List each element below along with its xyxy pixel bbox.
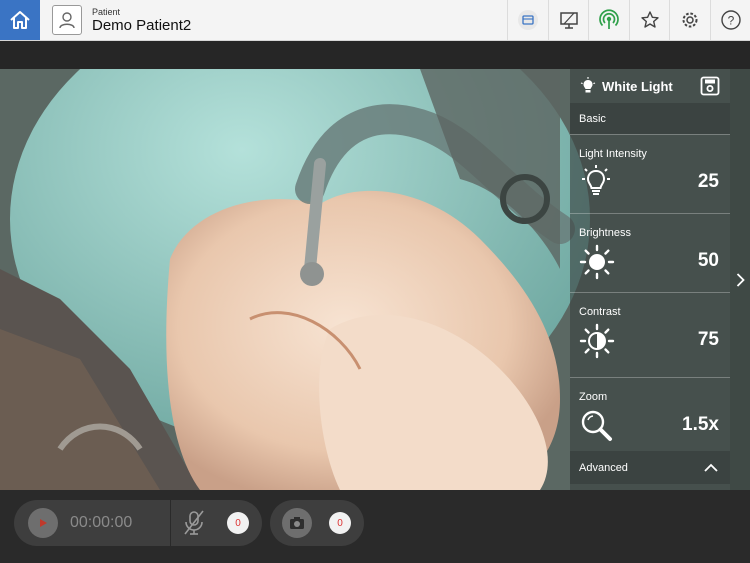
brightness-control[interactable]: Brightness 50: [570, 213, 730, 292]
favorites-button[interactable]: [629, 0, 670, 40]
save-icon: [700, 76, 720, 96]
monitor-icon: [560, 12, 578, 29]
light-intensity-value: 25: [697, 171, 719, 192]
record-button[interactable]: [28, 508, 58, 538]
contrast-label: Contrast: [579, 306, 621, 318]
monitor-button[interactable]: [548, 0, 589, 40]
advanced-section-header[interactable]: Advanced: [570, 451, 730, 484]
save-button[interactable]: [700, 76, 720, 101]
advanced-label: Advanced: [579, 461, 628, 474]
play-icon: [40, 519, 47, 527]
light-mode-title[interactable]: White Light: [602, 79, 673, 94]
patient-name[interactable]: Demo Patient2: [92, 17, 191, 34]
brightness-label: Brightness: [579, 227, 631, 239]
contrast-icon: [579, 323, 615, 364]
capture-controls: 0: [270, 500, 364, 546]
panel-header: White Light: [570, 69, 730, 103]
record-card-icon: [518, 10, 538, 30]
light-bulb-icon: [580, 77, 596, 93]
camera-settings-panel: White Light Basic Light Intensity 25 Bri…: [570, 69, 730, 490]
capture-photo-button[interactable]: [282, 508, 312, 538]
light-intensity-label: Light Intensity: [579, 148, 647, 160]
basic-label: Basic: [579, 112, 606, 125]
panel-expand-tab[interactable]: [730, 69, 750, 490]
video-count-badge[interactable]: 0: [227, 512, 249, 534]
star-icon: [641, 11, 659, 28]
help-icon: ?: [721, 10, 741, 30]
divider: [170, 500, 171, 546]
contrast-value: 75: [697, 329, 719, 350]
magnifier-icon: [579, 408, 613, 447]
avatar-icon: [59, 12, 75, 29]
contrast-control[interactable]: Contrast 75: [570, 292, 730, 377]
patient-record-button[interactable]: [507, 0, 548, 40]
zoom-control[interactable]: Zoom 1.5x: [570, 377, 730, 451]
recording-controls: 00:00:00 0: [14, 500, 262, 546]
home-icon: [10, 11, 30, 29]
home-button[interactable]: [0, 0, 40, 40]
toolbar-spacer: [0, 41, 750, 69]
basic-section-header[interactable]: Basic: [570, 103, 730, 134]
wireless-icon: [599, 9, 619, 29]
svg-text:?: ?: [728, 14, 735, 28]
patient-label: Patient: [92, 7, 121, 17]
chevron-up-icon: [704, 463, 718, 472]
top-bar: Patient Demo Patient2 ?: [0, 0, 750, 41]
zoom-value: 1.5x: [682, 414, 719, 435]
settings-button[interactable]: [669, 0, 710, 40]
gear-icon: [682, 12, 698, 28]
recording-timer: 00:00:00: [70, 514, 133, 531]
light-intensity-control[interactable]: Light Intensity 25: [570, 134, 730, 213]
photo-count-badge[interactable]: 0: [329, 512, 351, 534]
wireless-button[interactable]: [588, 0, 629, 40]
zoom-label: Zoom: [579, 391, 608, 403]
microphone-muted-icon: [184, 510, 204, 535]
avatar[interactable]: [52, 5, 82, 35]
sun-icon: [579, 244, 615, 285]
mute-button[interactable]: [182, 510, 206, 541]
help-button[interactable]: ?: [710, 0, 750, 40]
chevron-right-icon: [736, 272, 745, 287]
brightness-value: 50: [697, 250, 719, 271]
bulb-icon: [579, 165, 613, 204]
camera-icon: [290, 517, 304, 529]
bottom-bar: 00:00:00 0 0: [0, 490, 750, 563]
